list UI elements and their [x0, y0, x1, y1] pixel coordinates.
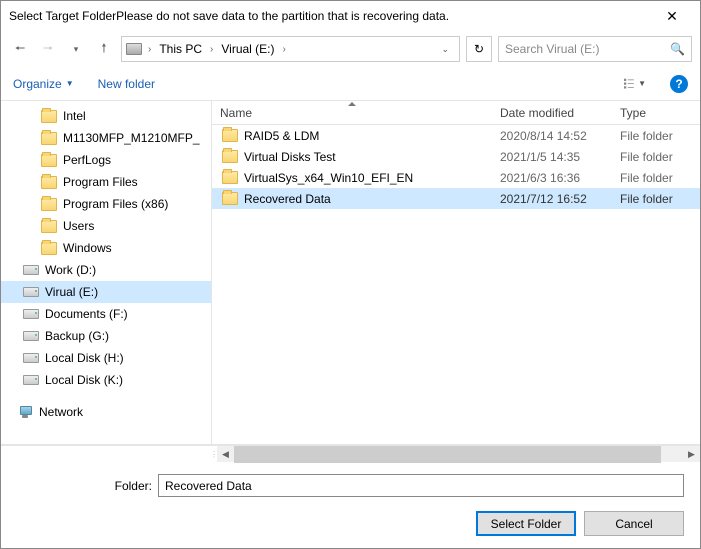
search-input[interactable]: Search Virual (E:) 🔍 — [498, 36, 692, 62]
bottom-panel: Folder: Select Folder Cancel — [1, 462, 700, 548]
folder-icon — [41, 198, 57, 211]
folder-icon — [222, 129, 238, 142]
tree-item-workd[interactable]: Work (D:) — [1, 259, 211, 281]
row-date-text: 2021/1/5 14:35 — [492, 150, 612, 164]
address-bar[interactable]: › This PC › Virual (E:) › ⌄ — [121, 36, 460, 62]
table-row[interactable]: Recovered Data 2021/7/12 16:52File folder — [212, 188, 700, 209]
table-row[interactable]: RAID5 & LDM 2020/8/14 14:52File folder — [212, 125, 700, 146]
drive-icon — [23, 309, 39, 319]
file-list: Name Date modified Type RAID5 & LDM 2020/… — [212, 101, 700, 444]
nav-bar: 🠔 🠖 ▾ 🠕 › This PC › Virual (E:) › ⌄ ↻ Se… — [1, 31, 700, 67]
tree-item-intel[interactable]: Intel — [1, 105, 211, 127]
scroll-right-button[interactable]: ▶ — [683, 446, 700, 463]
list-header: Name Date modified Type — [212, 101, 700, 125]
folder-name-input[interactable] — [158, 474, 684, 497]
scrollbar-thumb[interactable] — [234, 446, 661, 463]
drive-icon — [23, 265, 39, 275]
tree-item-progfiles[interactable]: Program Files — [1, 171, 211, 193]
new-folder-button[interactable]: New folder — [98, 77, 155, 91]
horizontal-scrollbar[interactable]: ◀ ▶ — [217, 446, 700, 462]
close-button[interactable]: ✕ — [652, 1, 692, 31]
tree-item-viruale[interactable]: Virual (E:) — [1, 281, 211, 303]
tree-item-progfilesx86[interactable]: Program Files (x86) — [1, 193, 211, 215]
back-button[interactable]: 🠔 — [9, 38, 31, 60]
folder-label: Folder: — [112, 479, 152, 493]
folder-icon — [41, 110, 57, 123]
organize-button[interactable]: Organize▼ — [13, 77, 74, 91]
up-button[interactable]: 🠕 — [93, 38, 115, 60]
drive-icon — [23, 331, 39, 341]
chevron-right-icon[interactable]: › — [281, 44, 288, 55]
tree-item-localk[interactable]: Local Disk (K:) — [1, 369, 211, 391]
window-title: Select Target FolderPlease do not save d… — [9, 9, 652, 23]
folder-tree[interactable]: Intel M1130MFP_M1210MFP_ PerfLogs Progra… — [1, 101, 211, 444]
drive-icon — [23, 287, 39, 297]
network-icon — [17, 405, 33, 419]
list-rows[interactable]: RAID5 & LDM2020/8/14 14:52File folderVir… — [212, 125, 700, 444]
row-type-text: File folder — [612, 192, 700, 206]
row-type-text: File folder — [612, 171, 700, 185]
folder-icon — [41, 132, 57, 145]
row-date-text: 2020/8/14 14:52 — [492, 129, 612, 143]
row-name-text: Virtual Disks Test — [244, 150, 336, 164]
folder-icon — [41, 154, 57, 167]
hscroll-area: ⋮ ◀ ▶ — [1, 445, 700, 462]
table-row[interactable]: Virtual Disks Test 2021/1/5 14:35File fol… — [212, 146, 700, 167]
refresh-button[interactable]: ↻ — [466, 36, 492, 62]
splitter[interactable] — [211, 101, 212, 444]
address-dropdown-icon[interactable]: ⌄ — [441, 44, 455, 55]
chevron-right-icon[interactable]: › — [208, 44, 215, 55]
search-icon: 🔍 — [670, 42, 685, 56]
row-date-text: 2021/6/3 16:36 — [492, 171, 612, 185]
tree-item-perflogs[interactable]: PerfLogs — [1, 149, 211, 171]
row-type-text: File folder — [612, 150, 700, 164]
drive-icon — [23, 353, 39, 363]
column-type[interactable]: Type — [612, 106, 700, 120]
breadcrumb-virual[interactable]: Virual (E:) — [217, 40, 278, 58]
recent-dropdown[interactable]: ▾ — [65, 38, 87, 60]
tree-item-documentsf[interactable]: Documents (F:) — [1, 303, 211, 325]
folder-icon — [41, 220, 57, 233]
row-type-text: File folder — [612, 129, 700, 143]
row-name-text: VirtualSys_x64_Win10_EFI_EN — [244, 171, 413, 185]
tree-item-m1130[interactable]: M1130MFP_M1210MFP_ — [1, 127, 211, 149]
table-row[interactable]: VirtualSys_x64_Win10_EFI_EN 2021/6/3 16:3… — [212, 167, 700, 188]
column-name[interactable]: Name — [212, 106, 492, 120]
pc-icon — [126, 43, 142, 55]
breadcrumb-thispc[interactable]: This PC — [155, 40, 206, 58]
tree-item-localh[interactable]: Local Disk (H:) — [1, 347, 211, 369]
row-name-text: Recovered Data — [244, 192, 331, 206]
tree-item-windows[interactable]: Windows — [1, 237, 211, 259]
folder-icon — [222, 171, 238, 184]
row-name-text: RAID5 & LDM — [244, 129, 319, 143]
forward-button[interactable]: 🠖 — [37, 38, 59, 60]
folder-icon — [41, 176, 57, 189]
tree-item-users[interactable]: Users — [1, 215, 211, 237]
cancel-button[interactable]: Cancel — [584, 511, 684, 536]
content-area: Intel M1130MFP_M1210MFP_ PerfLogs Progra… — [1, 101, 700, 445]
folder-icon — [41, 242, 57, 255]
view-options-button[interactable]: ▼ — [624, 73, 646, 95]
search-placeholder: Search Virual (E:) — [505, 42, 670, 56]
folder-icon — [222, 192, 238, 205]
column-date[interactable]: Date modified — [492, 106, 612, 120]
toolbar: Organize▼ New folder ▼ ? — [1, 67, 700, 101]
titlebar: Select Target FolderPlease do not save d… — [1, 1, 700, 31]
drive-icon — [23, 375, 39, 385]
chevron-right-icon[interactable]: › — [146, 44, 153, 55]
select-folder-button[interactable]: Select Folder — [476, 511, 576, 536]
row-date-text: 2021/7/12 16:52 — [492, 192, 612, 206]
tree-item-backupg[interactable]: Backup (G:) — [1, 325, 211, 347]
tree-item-network[interactable]: Network — [1, 401, 211, 423]
folder-icon — [222, 150, 238, 163]
help-button[interactable]: ? — [670, 75, 688, 93]
scroll-left-button[interactable]: ◀ — [217, 446, 234, 463]
